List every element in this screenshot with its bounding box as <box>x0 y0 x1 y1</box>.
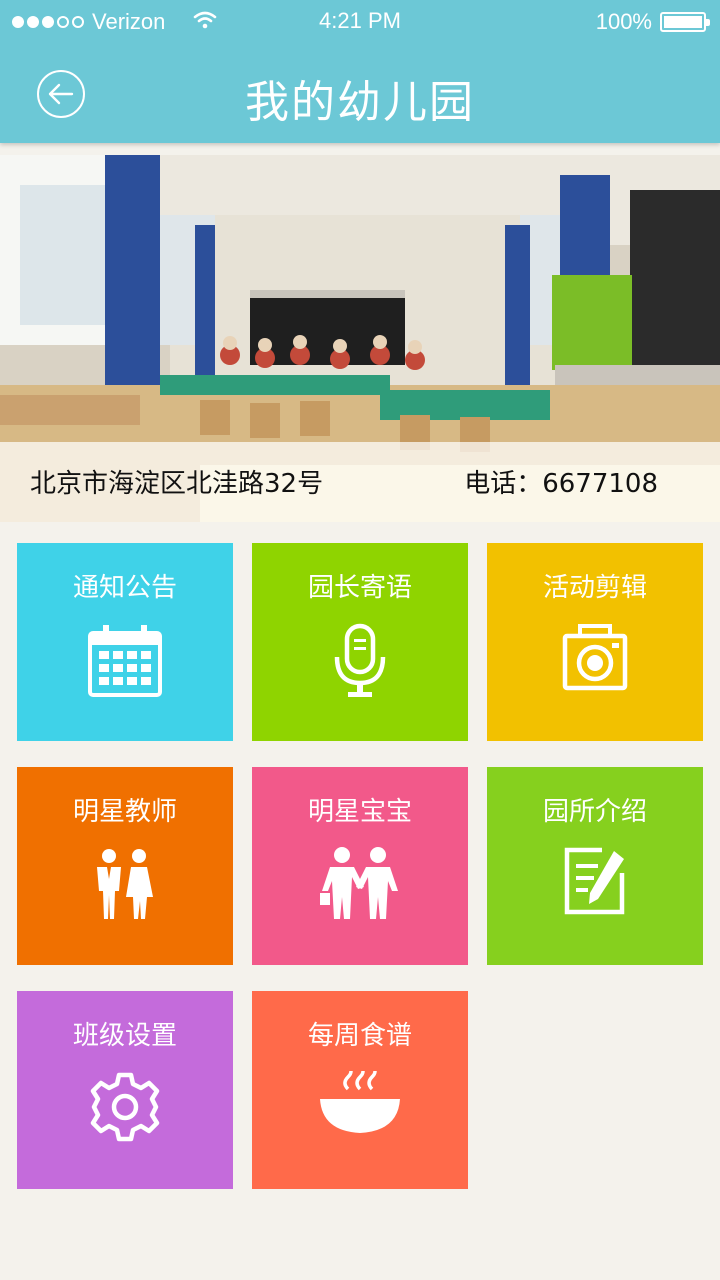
teachers-icon <box>97 849 153 919</box>
tile-weekly-menu[interactable]: 每周食谱 <box>252 991 468 1189</box>
app-header: Verizon 4:21 PM 100% 我的幼儿园 <box>0 0 720 143</box>
tile-label: 每周食谱 <box>307 1021 412 1051</box>
bowl-icon <box>320 1071 400 1133</box>
tile-label: 园长寄语 <box>307 573 412 603</box>
battery-icon <box>660 12 710 32</box>
tile-label: 明星教师 <box>72 797 177 827</box>
kindergarten-banner: 北京市海淀区北洼路32号 电话：6677108 <box>0 155 720 522</box>
tile-class-settings[interactable]: 班级设置 <box>17 991 233 1189</box>
address-text: 北京市海淀区北洼路32号 <box>30 469 324 499</box>
phone-text[interactable]: 电话：6677108 <box>464 463 658 500</box>
tile-label: 通知公告 <box>72 573 177 603</box>
note-edit-icon <box>564 847 625 915</box>
tile-label: 班级设置 <box>72 1021 177 1051</box>
tile-school-intro[interactable]: 园所介绍 <box>487 767 703 965</box>
tile-label: 明星宝宝 <box>307 797 412 827</box>
contact-strip: 北京市海淀区北洼路32号 电话：6677108 <box>0 442 720 522</box>
gear-icon <box>90 1072 160 1142</box>
tile-notice[interactable]: 通知公告 <box>17 543 233 741</box>
tile-activity-clips[interactable]: 活动剪辑 <box>487 543 703 741</box>
calendar-icon <box>88 625 162 697</box>
tile-star-kids[interactable]: 明星宝宝 <box>252 767 468 965</box>
kids-icon <box>320 847 398 919</box>
tile-star-teachers[interactable]: 明星教师 <box>17 767 233 965</box>
camera-icon <box>562 624 628 691</box>
battery-percent: 100% <box>595 9 652 34</box>
tile-label: 活动剪辑 <box>542 573 647 603</box>
page-title: 我的幼儿园 <box>245 77 475 128</box>
tile-label: 园所介绍 <box>542 797 647 827</box>
tile-principal-message[interactable]: 园长寄语 <box>252 543 468 741</box>
microphone-icon <box>334 623 386 697</box>
status-bar: Verizon 4:21 PM 100% <box>0 0 720 44</box>
